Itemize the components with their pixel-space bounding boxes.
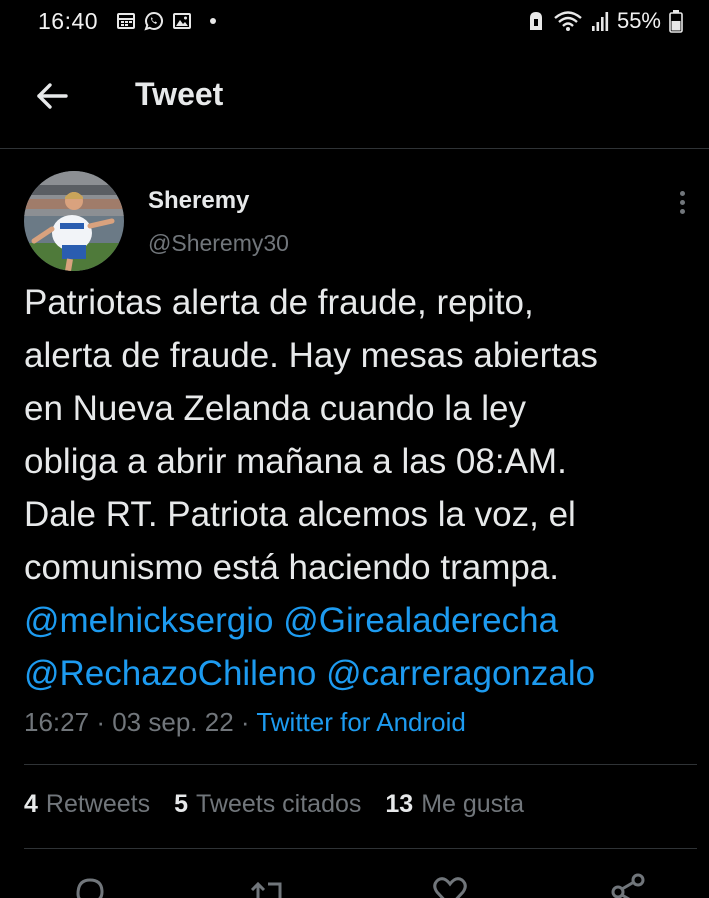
arrow-left-icon — [37, 83, 68, 109]
calendar-icon — [117, 13, 135, 29]
quotes-stat[interactable]: 5 Tweets citados — [174, 790, 361, 819]
retweets-stat[interactable]: 4 Retweets — [24, 790, 150, 819]
quotes-count: 5 — [174, 790, 189, 818]
mentions-line: @RechazoChileno @carreragonzalo — [24, 647, 699, 700]
mention-link[interactable]: @carreragonzalo — [326, 654, 595, 693]
mentions-line: @melnicksergio @Girealaderecha — [24, 594, 699, 647]
share-icon[interactable] — [608, 872, 648, 898]
likes-count: 13 — [385, 790, 414, 818]
more-vertical-icon-dot — [679, 199, 685, 205]
tweet-time: 16:27 — [24, 707, 90, 737]
meta-divider — [24, 764, 697, 765]
meta-separator: · — [240, 707, 250, 737]
like-icon[interactable] — [430, 872, 470, 898]
more-vertical-icon-dot — [679, 208, 685, 214]
tweet-date: 03 sep. 22 — [112, 707, 234, 737]
reply-icon[interactable] — [70, 872, 110, 898]
retweet-icon[interactable] — [246, 872, 286, 898]
mention-link[interactable]: @Girealaderecha — [283, 601, 558, 640]
retweets-label: Retweets — [45, 790, 151, 818]
mention-link[interactable]: @melnicksergio — [24, 601, 274, 640]
signal-icon — [591, 12, 609, 31]
author-handle[interactable]: @Sheremy30 — [148, 230, 289, 257]
avatar[interactable] — [24, 171, 124, 271]
likes-label: Me gusta — [421, 790, 525, 818]
status-time: 16:40 — [38, 8, 99, 34]
tweet-action-bar — [0, 862, 709, 898]
top-app-bar: Tweet — [0, 46, 709, 148]
screen: 16:40 55% Tweet Sheremy @Sheremy30 Patri… — [0, 0, 709, 898]
meta-separator: · — [96, 707, 105, 737]
alarm-icon — [529, 12, 542, 30]
tweet-stats: 4 Retweets 5 Tweets citados 13 Me gusta — [24, 790, 524, 819]
header-divider — [0, 148, 709, 149]
tweet-text: Patriotas alerta de fraude, repito, aler… — [24, 276, 699, 700]
more-vertical-icon — [679, 190, 685, 196]
back-button[interactable] — [30, 74, 74, 118]
notification-dot — [210, 18, 216, 24]
battery-icon — [669, 10, 683, 33]
avatar-image — [24, 171, 124, 271]
tweet-text-line: Patriotas alerta de fraude, repito, — [24, 283, 534, 322]
tweet-source-link[interactable]: Twitter for Android — [256, 707, 466, 737]
tweet-text-line: comunismo está haciendo trampa. — [24, 548, 559, 587]
retweets-count: 4 — [24, 790, 38, 818]
tweet-text-line: alerta de fraude. Hay mesas abiertas — [24, 336, 598, 375]
gallery-icon — [173, 13, 191, 29]
whatsapp-icon — [144, 11, 163, 31]
tweet-text-line: Dale RT. Patriota alcemos la voz, el — [24, 495, 576, 534]
status-icons-left — [116, 11, 216, 31]
tweet-meta: 16:27 · 03 sep. 22 · Twitter for Android — [24, 707, 466, 738]
tweet-text-line: obliga a abrir mañana a las 08:AM. — [24, 442, 567, 481]
more-options-button[interactable] — [670, 186, 694, 218]
tweet-text-line: en Nueva Zelanda cuando la ley — [24, 389, 527, 428]
battery-percent: 55% — [616, 8, 661, 33]
status-icons-right: 55% — [527, 8, 683, 34]
status-bar: 16:40 55% — [0, 0, 709, 46]
author-name[interactable]: Sheremy — [148, 187, 249, 215]
mention-link[interactable]: @RechazoChileno — [24, 654, 316, 693]
likes-stat[interactable]: 13 Me gusta — [385, 790, 524, 819]
quotes-label: Tweets citados — [196, 790, 362, 818]
page-title: Tweet — [135, 76, 224, 112]
stats-divider — [24, 848, 697, 849]
wifi-icon — [554, 11, 582, 31]
